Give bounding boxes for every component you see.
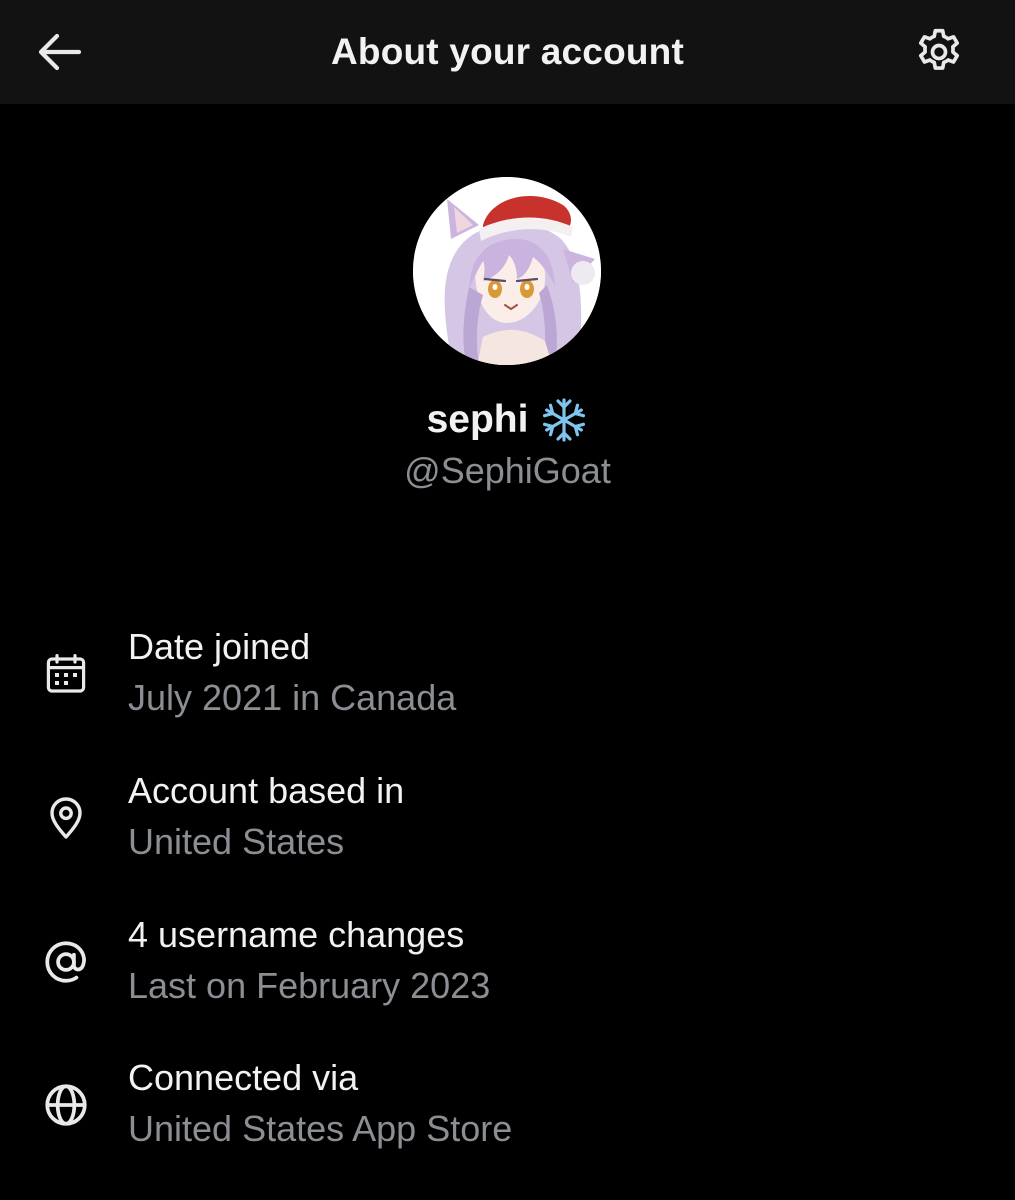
top-app-bar: About your account <box>0 0 1015 104</box>
info-value: United States <box>128 821 345 862</box>
info-title: Connected via <box>128 1057 359 1098</box>
location-icon-container <box>38 790 94 846</box>
info-item-account-based-in: Account based in United States <box>0 768 1015 888</box>
profile-picture <box>413 177 601 365</box>
info-item-date-joined: Date joined July 2021 in Canada <box>0 624 1015 744</box>
at-sign-icon-container <box>38 934 94 990</box>
avatar[interactable] <box>413 177 601 365</box>
globe-icon-container <box>38 1077 94 1133</box>
info-title: 4 username changes <box>128 914 465 955</box>
gear-icon <box>918 28 960 70</box>
info-value: Last on February 2023 <box>128 965 491 1006</box>
info-title: Date joined <box>128 626 311 667</box>
username-handle: @SephiGoat <box>404 450 611 491</box>
display-name-container: sephi <box>0 394 1015 446</box>
settings-button[interactable] <box>906 22 972 82</box>
location-pin-icon <box>50 797 82 839</box>
info-item-connected-via: Connected via United States App Store <box>0 1055 1015 1175</box>
globe-icon <box>45 1084 87 1126</box>
at-sign-icon <box>45 941 86 983</box>
info-value: United States App Store <box>128 1108 513 1149</box>
info-item-username-changes: 4 username changes Last on February 2023 <box>0 912 1015 1032</box>
info-value: July 2021 in Canada <box>128 677 457 718</box>
calendar-icon-container <box>38 646 94 702</box>
snowflake-icon <box>543 398 586 442</box>
page-title: About your account <box>330 31 685 72</box>
calendar-icon <box>46 654 86 693</box>
display-name: sephi <box>426 398 529 441</box>
info-title: Account based in <box>128 770 405 811</box>
